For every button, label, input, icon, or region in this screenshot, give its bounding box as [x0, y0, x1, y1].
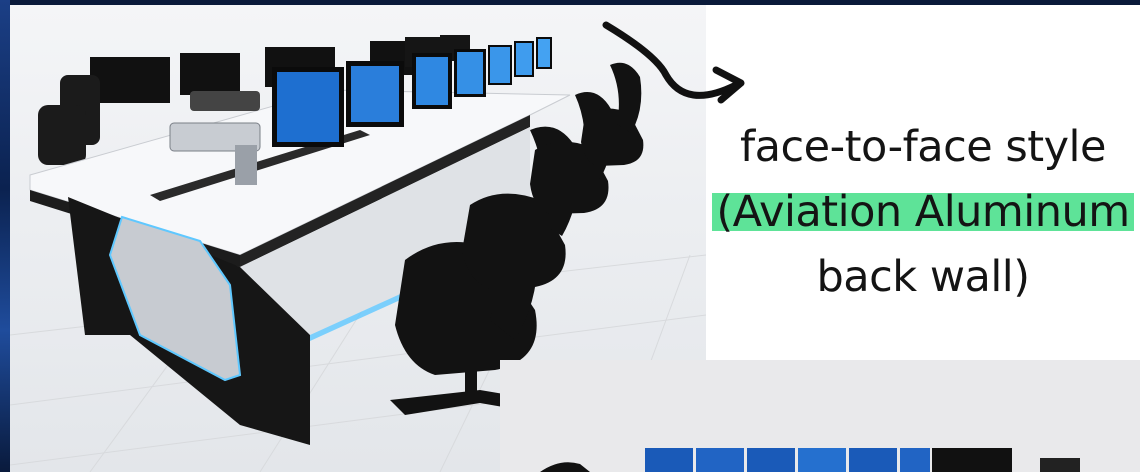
caption-panel: face-to-face style (Aviation Aluminum ba… [602, 5, 1140, 360]
inset-illustration [500, 360, 1140, 472]
caption-line-3: back wall) [816, 252, 1030, 302]
back-chairs [38, 75, 100, 165]
inset-photo [500, 360, 1140, 472]
curved-arrow-icon [602, 21, 745, 104]
caption-line-1: face-to-face style [740, 122, 1106, 172]
caption-text: face-to-face style (Aviation Aluminum ba… [706, 115, 1140, 310]
product-image: face-to-face style (Aviation Aluminum ba… [0, 0, 1140, 472]
caption-line-2: (Aviation Aluminum [706, 180, 1140, 245]
caption-highlight: (Aviation Aluminum [712, 187, 1134, 237]
left-border [0, 0, 10, 472]
